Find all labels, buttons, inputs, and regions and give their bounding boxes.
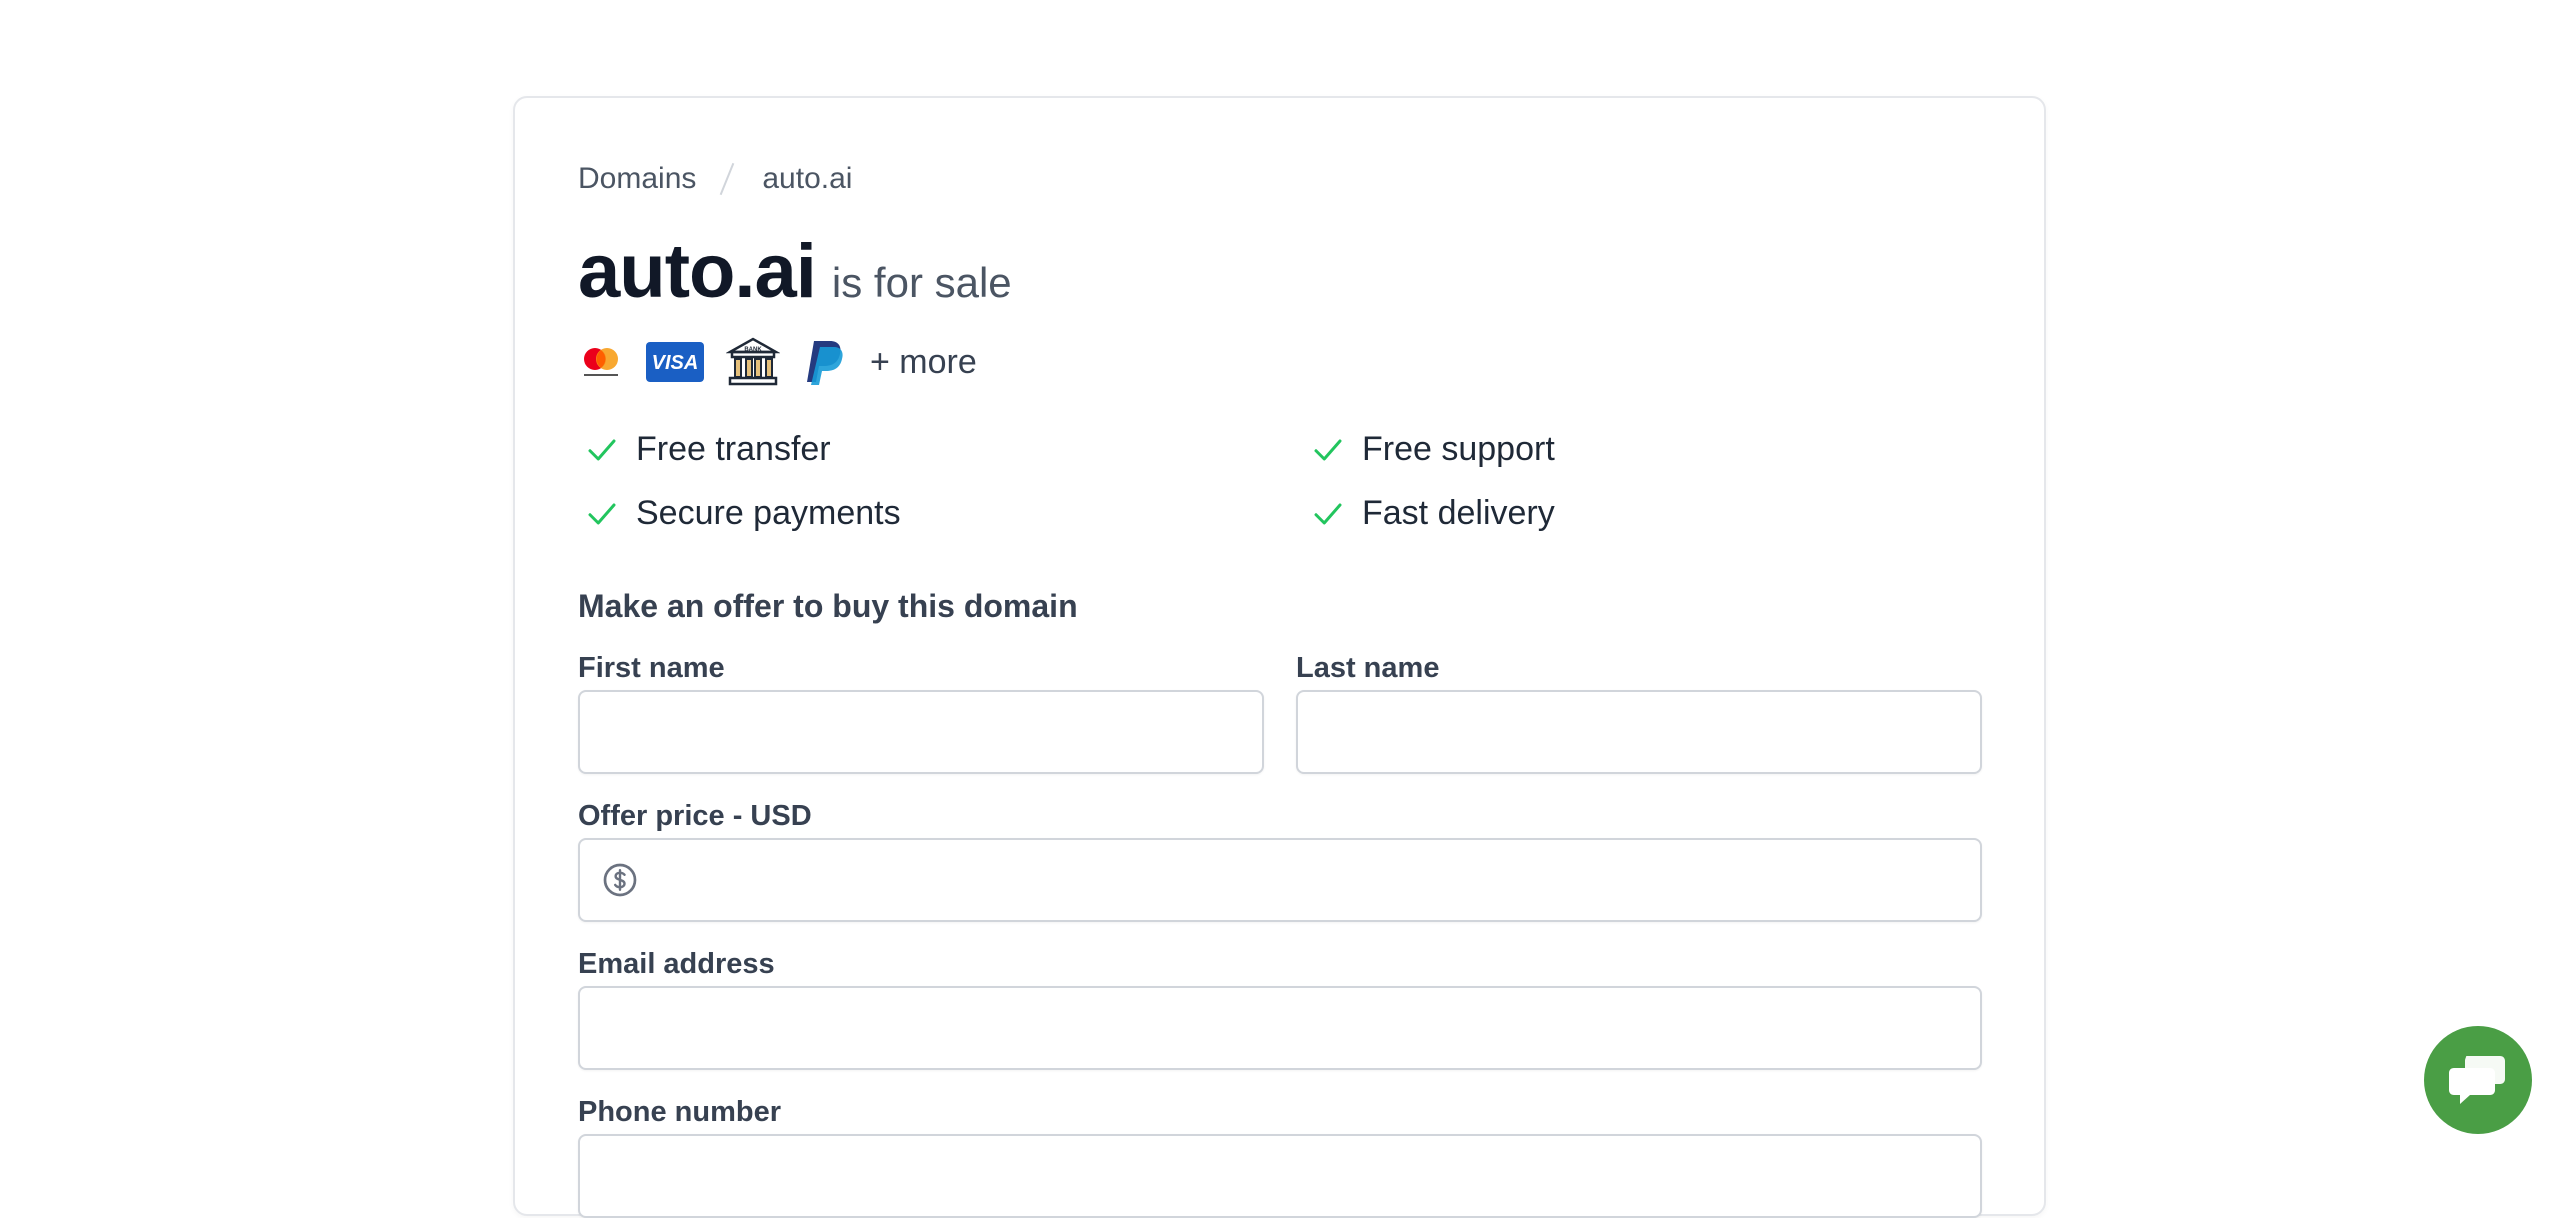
feature-secure-payments: Secure payments bbox=[584, 494, 901, 533]
email-label: Email address bbox=[578, 948, 775, 980]
payment-methods: VISA BANK + more bbox=[578, 334, 977, 390]
phone-input[interactable] bbox=[578, 1134, 1982, 1218]
mastercard-icon bbox=[578, 342, 624, 382]
offer-form-heading: Make an offer to buy this domain bbox=[578, 588, 1078, 624]
feature-label: Secure payments bbox=[636, 494, 901, 532]
offer-price-input[interactable] bbox=[578, 838, 1982, 922]
feature-fast-delivery: Fast delivery bbox=[1310, 494, 1555, 533]
bank-icon: BANK bbox=[726, 336, 780, 388]
svg-text:VISA: VISA bbox=[652, 352, 699, 374]
check-icon bbox=[1314, 439, 1342, 460]
paypal-icon bbox=[802, 337, 846, 387]
first-name-input[interactable] bbox=[578, 690, 1264, 774]
visa-icon: VISA bbox=[646, 342, 704, 382]
sale-status: is for sale bbox=[831, 259, 1012, 306]
offer-price-label: Offer price - USD bbox=[578, 800, 812, 832]
dollar-icon bbox=[603, 863, 637, 897]
check-icon bbox=[1314, 503, 1342, 524]
check-icon bbox=[588, 439, 616, 460]
feature-label: Free support bbox=[1362, 430, 1555, 468]
phone-label: Phone number bbox=[578, 1096, 782, 1128]
feature-label: Fast delivery bbox=[1362, 494, 1555, 532]
chat-button[interactable] bbox=[2424, 1026, 2532, 1134]
offer-price-field bbox=[578, 838, 1982, 922]
email-input[interactable] bbox=[578, 986, 1982, 1070]
feature-free-support: Free support bbox=[1310, 430, 1555, 469]
breadcrumb-current: auto.ai bbox=[762, 162, 853, 195]
breadcrumb-separator bbox=[720, 162, 735, 196]
feature-label: Free transfer bbox=[636, 430, 831, 468]
last-name-input[interactable] bbox=[1296, 690, 1982, 774]
domain-name: auto.ai bbox=[578, 229, 817, 314]
feature-free-transfer: Free transfer bbox=[584, 430, 831, 469]
page-title: auto.ai is for sale bbox=[578, 228, 1012, 315]
check-icon bbox=[588, 503, 616, 524]
last-name-label: Last name bbox=[1296, 652, 1440, 684]
first-name-label: First name bbox=[578, 652, 725, 684]
more-payment-methods: + more bbox=[870, 342, 977, 381]
breadcrumb-domains-link[interactable]: Domains bbox=[578, 162, 696, 196]
svg-text:BANK: BANK bbox=[744, 347, 762, 353]
breadcrumb: Domains auto.ai bbox=[578, 162, 852, 196]
chat-icon bbox=[2449, 1056, 2505, 1104]
